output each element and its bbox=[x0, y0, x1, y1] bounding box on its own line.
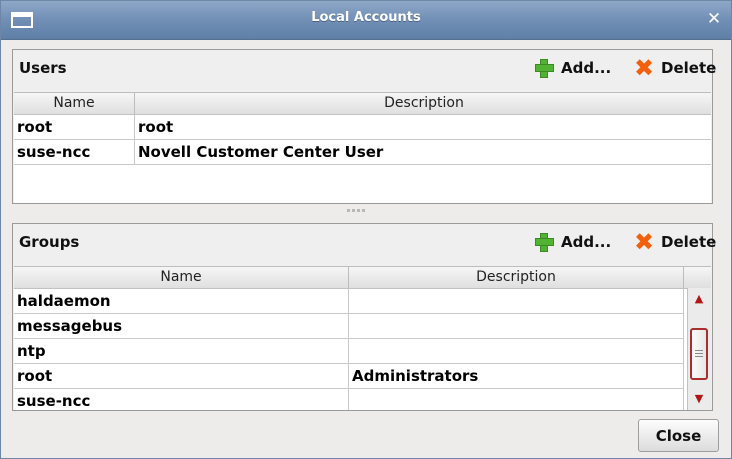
users-column-description[interactable]: Description bbox=[135, 93, 711, 114]
table-row[interactable]: suse-ncc bbox=[14, 389, 688, 410]
scrollbar-thumb[interactable] bbox=[690, 328, 708, 380]
scroll-up-icon[interactable]: ▲ bbox=[690, 289, 708, 309]
group-name-cell: suse-ncc bbox=[14, 389, 349, 410]
delete-group-label: Delete bbox=[661, 233, 717, 251]
table-row[interactable]: root Administrators bbox=[14, 364, 688, 389]
table-row[interactable]: root root bbox=[14, 115, 711, 140]
delete-icon: ✖ bbox=[633, 228, 655, 256]
groups-panel: Groups Add... ✖ Delete Name Description … bbox=[12, 223, 716, 411]
delete-icon: ✖ bbox=[633, 54, 655, 82]
group-name-cell: root bbox=[14, 364, 349, 389]
local-accounts-window: Local Accounts ✕ Users Add... ✖ Delete N… bbox=[0, 0, 732, 459]
group-name-cell: messagebus bbox=[14, 314, 349, 339]
users-panel: Users Add... ✖ Delete Name Description r… bbox=[12, 49, 716, 204]
group-description-cell bbox=[349, 289, 684, 314]
group-description-cell bbox=[349, 314, 684, 339]
group-name-cell: ntp bbox=[14, 339, 349, 364]
table-row[interactable]: haldaemon bbox=[14, 289, 688, 314]
groups-table[interactable]: Name Description haldaemon messagebus nt… bbox=[14, 266, 711, 410]
delete-group-button[interactable]: ✖ Delete bbox=[633, 228, 717, 256]
scroll-down-icon[interactable]: ▼ bbox=[690, 389, 708, 409]
delete-user-label: Delete bbox=[661, 59, 717, 77]
delete-user-button[interactable]: ✖ Delete bbox=[633, 54, 717, 82]
groups-column-description[interactable]: Description bbox=[349, 267, 684, 288]
table-row[interactable]: ntp bbox=[14, 339, 688, 364]
users-title: Users bbox=[19, 59, 67, 77]
groups-panel-header: Groups Add... ✖ Delete bbox=[13, 224, 716, 258]
window-title: Local Accounts bbox=[311, 10, 421, 25]
table-row[interactable]: messagebus bbox=[14, 314, 688, 339]
close-icon[interactable]: ✕ bbox=[704, 8, 724, 30]
panel-splitter[interactable] bbox=[347, 209, 371, 214]
user-name-cell: suse-ncc bbox=[14, 140, 135, 165]
group-description-cell bbox=[349, 339, 684, 364]
users-table-empty-area[interactable] bbox=[14, 165, 711, 203]
groups-table-header: Name Description bbox=[14, 267, 711, 289]
group-description-cell: Administrators bbox=[349, 364, 684, 389]
groups-column-name[interactable]: Name bbox=[14, 267, 349, 288]
users-table[interactable]: Name Description root root suse-ncc Nove… bbox=[14, 92, 711, 203]
window-titlebar[interactable]: Local Accounts ✕ bbox=[1, 1, 731, 40]
close-button[interactable]: Close bbox=[638, 419, 719, 452]
user-description-cell: root bbox=[135, 115, 711, 140]
groups-title: Groups bbox=[19, 233, 80, 251]
add-user-label: Add... bbox=[561, 59, 612, 77]
plus-icon bbox=[533, 231, 555, 253]
user-name-cell: root bbox=[14, 115, 135, 140]
table-row[interactable]: suse-ncc Novell Customer Center User bbox=[14, 140, 711, 165]
plus-icon bbox=[533, 57, 555, 79]
add-group-button[interactable]: Add... bbox=[533, 231, 611, 253]
add-group-label: Add... bbox=[561, 233, 612, 251]
add-user-button[interactable]: Add... bbox=[533, 57, 611, 79]
groups-scrollbar[interactable]: ▲ ▼ bbox=[687, 288, 711, 410]
user-description-cell: Novell Customer Center User bbox=[135, 140, 711, 165]
users-panel-header: Users Add... ✖ Delete bbox=[13, 50, 716, 84]
group-description-cell bbox=[349, 389, 684, 410]
users-column-name[interactable]: Name bbox=[14, 93, 135, 114]
users-table-header: Name Description bbox=[14, 93, 711, 115]
group-name-cell: haldaemon bbox=[14, 289, 349, 314]
